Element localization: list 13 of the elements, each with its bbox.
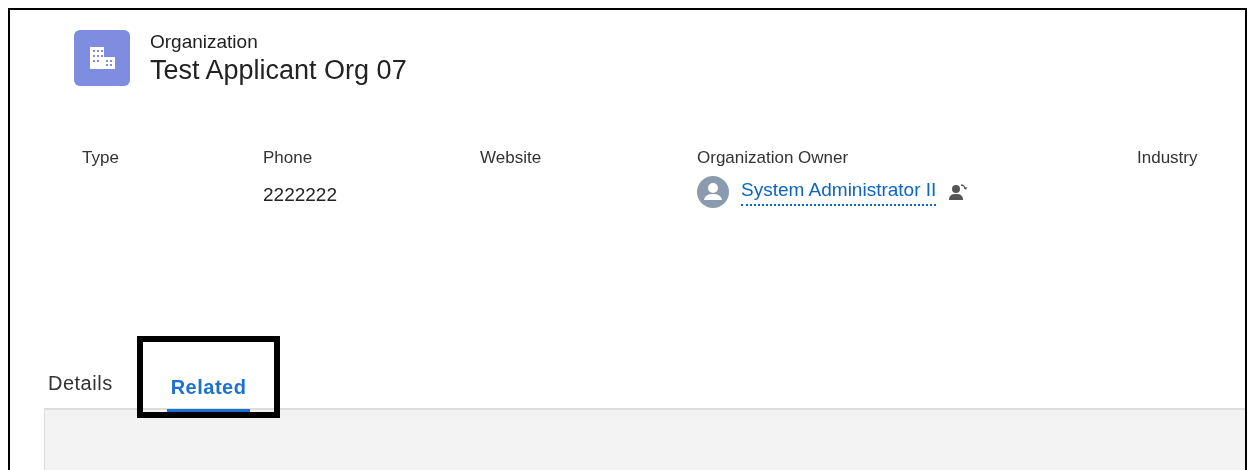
building-icon [74, 30, 130, 86]
field-label: Organization Owner [697, 148, 850, 168]
field-label: Website [480, 148, 542, 168]
field-label: Type [82, 148, 119, 168]
field-value: 2222222 [263, 184, 337, 206]
record-title: Test Applicant Org 07 [150, 54, 407, 86]
avatar-icon [697, 176, 729, 208]
change-owner-icon[interactable] [948, 182, 969, 202]
tab[interactable]: Details [44, 372, 117, 408]
object-type: Organization [150, 30, 259, 53]
owner-link[interactable]: System Administrator II [741, 178, 937, 206]
field-label: Industry [1137, 148, 1198, 168]
field-label: Phone [263, 148, 314, 168]
